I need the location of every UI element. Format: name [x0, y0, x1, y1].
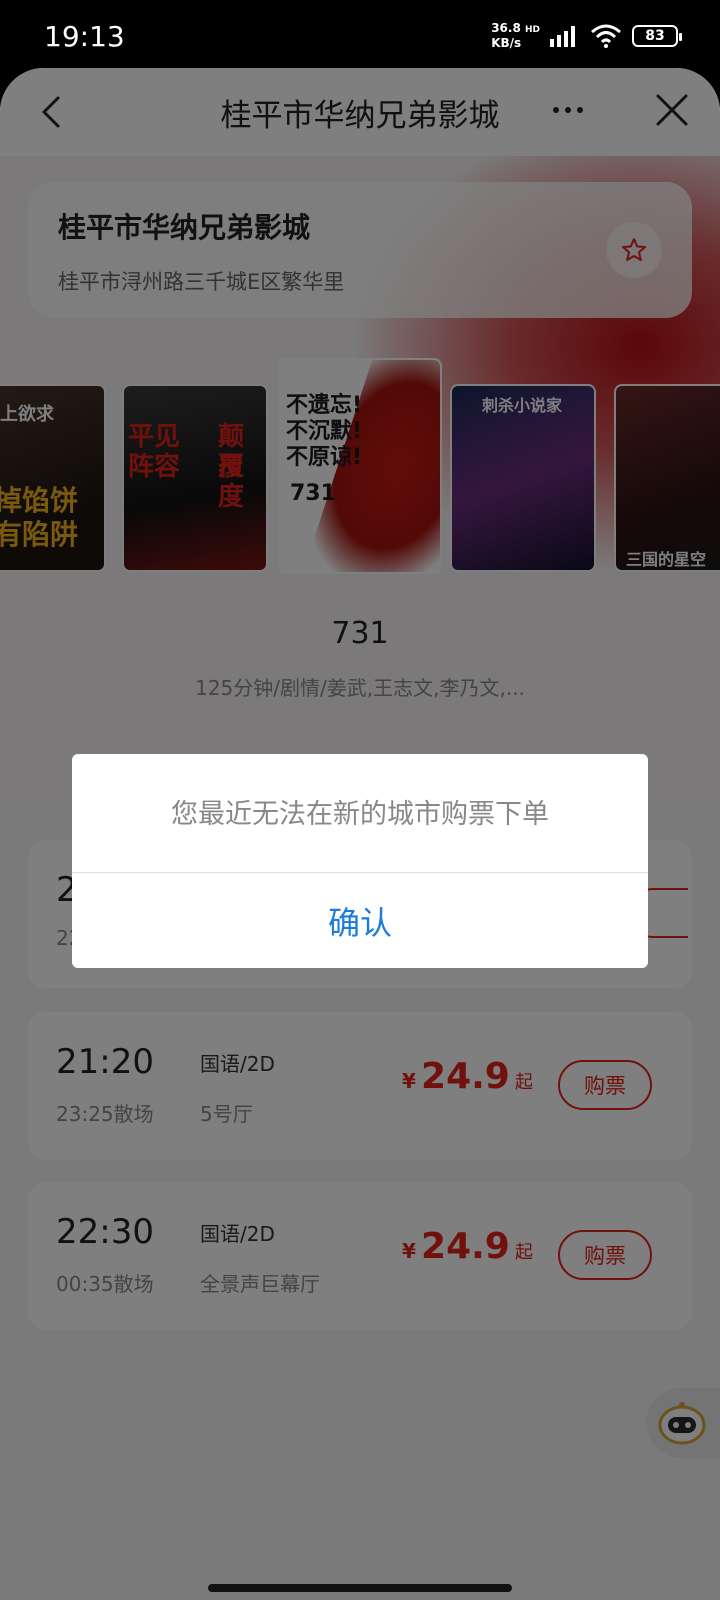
alert-dialog: 您最近无法在新的城市购票下单 确认 — [72, 754, 648, 968]
net-speed: 36.8 HD KB/s — [491, 21, 540, 50]
status-bar: 19:13 36.8 HD KB/s 83 — [0, 0, 720, 70]
dialog-divider — [72, 872, 648, 873]
wifi-icon — [591, 24, 621, 48]
confirm-button[interactable]: 确认 — [72, 874, 648, 968]
dialog-message: 您最近无法在新的城市购票下单 — [171, 799, 549, 830]
status-time: 19:13 — [44, 20, 125, 53]
home-indicator[interactable] — [208, 1584, 512, 1592]
battery-icon: 83 — [632, 25, 682, 47]
status-icons: 36.8 HD KB/s 83 — [491, 21, 682, 50]
signal-icon — [550, 26, 575, 47]
